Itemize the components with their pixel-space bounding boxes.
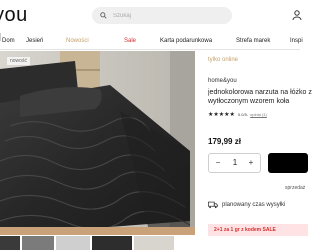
- quantity-increase-button[interactable]: +: [247, 158, 255, 167]
- promo-banner[interactable]: 2+1 za 1 gr z kodem SALE: [208, 224, 308, 236]
- user-icon[interactable]: [292, 10, 302, 20]
- rating-stars: ★★★★★: [208, 112, 235, 118]
- quantity-stepper: − 1 +: [208, 153, 261, 173]
- new-badge: nowość: [7, 57, 30, 65]
- rating-value: 5.0/5: [237, 112, 247, 117]
- title-line-1: jednokolorowa narzuta na łóżko z: [208, 89, 312, 96]
- thumbnail-2[interactable]: [22, 236, 54, 250]
- nav-item-sale[interactable]: Sale: [124, 38, 136, 44]
- brand-name[interactable]: home&you: [208, 78, 237, 84]
- product-image[interactable]: nowość: [0, 51, 195, 235]
- product-title: jednokolorowa narzuta na łóżko z wytłocz…: [208, 88, 318, 106]
- main-nav: Dom Jesień Nowości Sale Karta podarunkow…: [0, 33, 303, 50]
- bedspread-photo: [0, 51, 195, 235]
- title-line-2: wytłoczonym wzorem koła: [208, 98, 290, 105]
- seller-info: sprzedaż: [285, 185, 306, 191]
- thumbnail-1[interactable]: [0, 236, 20, 250]
- thumbnail-4[interactable]: [92, 236, 132, 250]
- product-rating[interactable]: ★★★★★ 5.0/5 - opinia (1): [208, 111, 267, 118]
- product-price: 179,99 zł: [208, 137, 241, 146]
- search-bar[interactable]: [92, 7, 232, 24]
- delivery-text: planowany czas wysyłki: [222, 202, 286, 208]
- thumbnail-strip: [0, 236, 300, 250]
- quantity-value[interactable]: 1: [228, 158, 242, 167]
- nav-item-nowosci[interactable]: Nowości: [66, 38, 89, 44]
- nav-item-dom[interactable]: Dom: [2, 38, 15, 44]
- search-input[interactable]: [113, 12, 223, 19]
- thumbnail-3[interactable]: [56, 236, 90, 250]
- nav-item-jesien[interactable]: Jesień: [26, 38, 43, 44]
- nav-item-inspiration[interactable]: Inspi: [290, 38, 303, 44]
- opinions-link[interactable]: opinia (1): [250, 112, 267, 117]
- nav-item-gift-card[interactable]: Karta podarunkowa: [160, 38, 212, 44]
- search-icon: [100, 12, 107, 19]
- availability-label: tylko online: [208, 57, 239, 63]
- truck-icon: [208, 201, 218, 209]
- add-to-cart-button[interactable]: [268, 153, 308, 173]
- site-logo[interactable]: you: [0, 4, 28, 27]
- thumbnail-5[interactable]: [134, 236, 174, 250]
- rating-separator: -: [246, 112, 249, 117]
- nav-divider: [0, 33, 1, 41]
- quantity-decrease-button[interactable]: −: [214, 158, 222, 167]
- nav-item-brands[interactable]: Strefa marek: [236, 38, 270, 44]
- delivery-info: planowany czas wysyłki: [208, 201, 285, 209]
